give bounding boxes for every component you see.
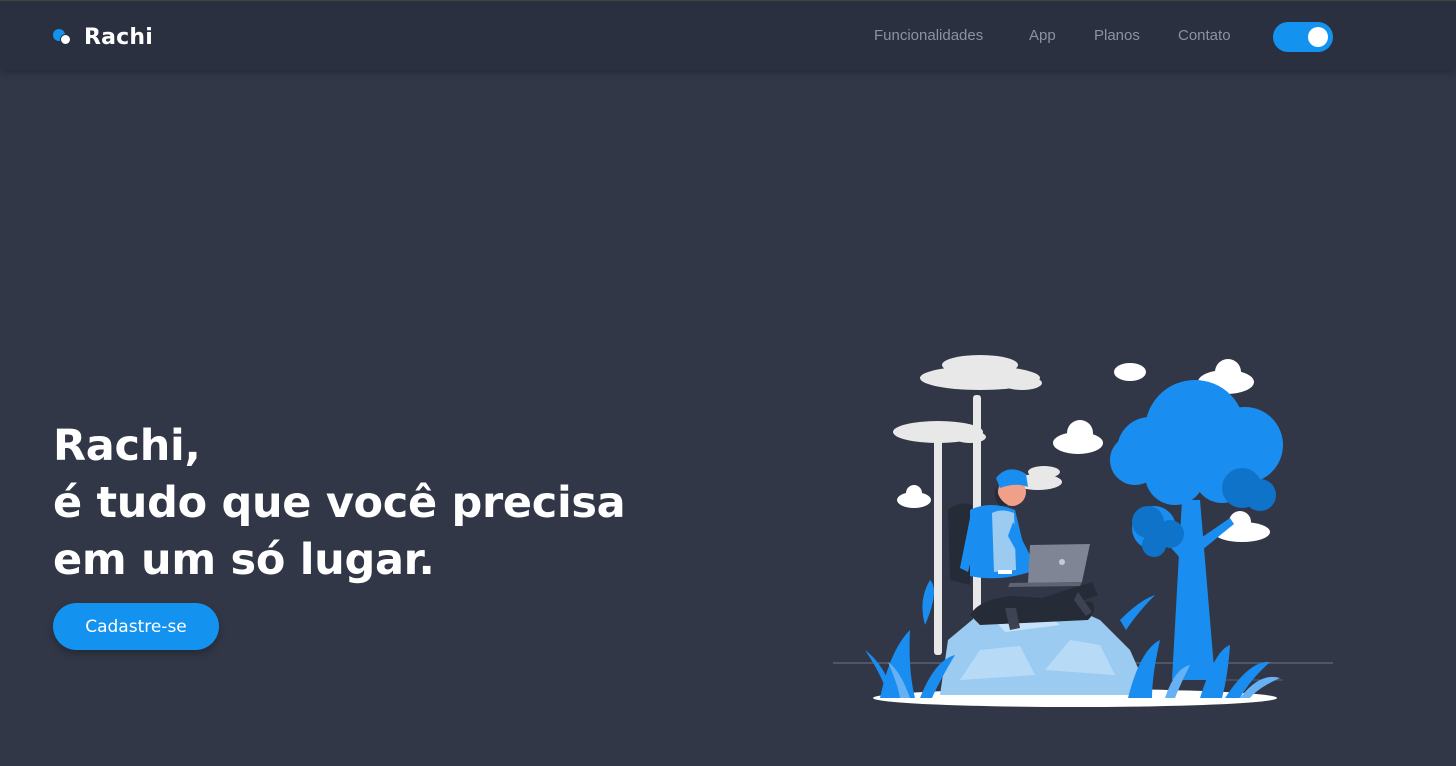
logo-dots-icon xyxy=(53,27,73,47)
brand-name: Rachi xyxy=(84,24,154,50)
theme-toggle[interactable] xyxy=(1273,22,1333,52)
brand-logo[interactable]: Rachi xyxy=(53,23,153,51)
nav-link-funcionalidades[interactable]: Funcionalidades xyxy=(874,27,983,44)
nav-link-planos[interactable]: Planos xyxy=(1094,27,1140,44)
hero-title: Rachi, é tudo que você precisa em um só … xyxy=(53,418,653,589)
person-with-laptop-icon xyxy=(948,469,1098,630)
navbar: Rachi Funcionalidades App Planos Contato xyxy=(0,0,1456,70)
hero-illustration xyxy=(833,355,1333,707)
landing-page: Rachi Funcionalidades App Planos Contato… xyxy=(0,0,1456,766)
signup-button[interactable]: Cadastre-se xyxy=(53,603,219,650)
nav-link-app[interactable]: App xyxy=(1029,27,1056,44)
hero-title-line-1: Rachi, xyxy=(53,421,201,471)
toggle-knob xyxy=(1308,27,1328,47)
nav-link-contato[interactable]: Contato xyxy=(1178,27,1231,44)
hero-title-line-2: é tudo que você precisa xyxy=(53,478,626,528)
hero-title-line-3: em um só lugar. xyxy=(53,535,435,585)
